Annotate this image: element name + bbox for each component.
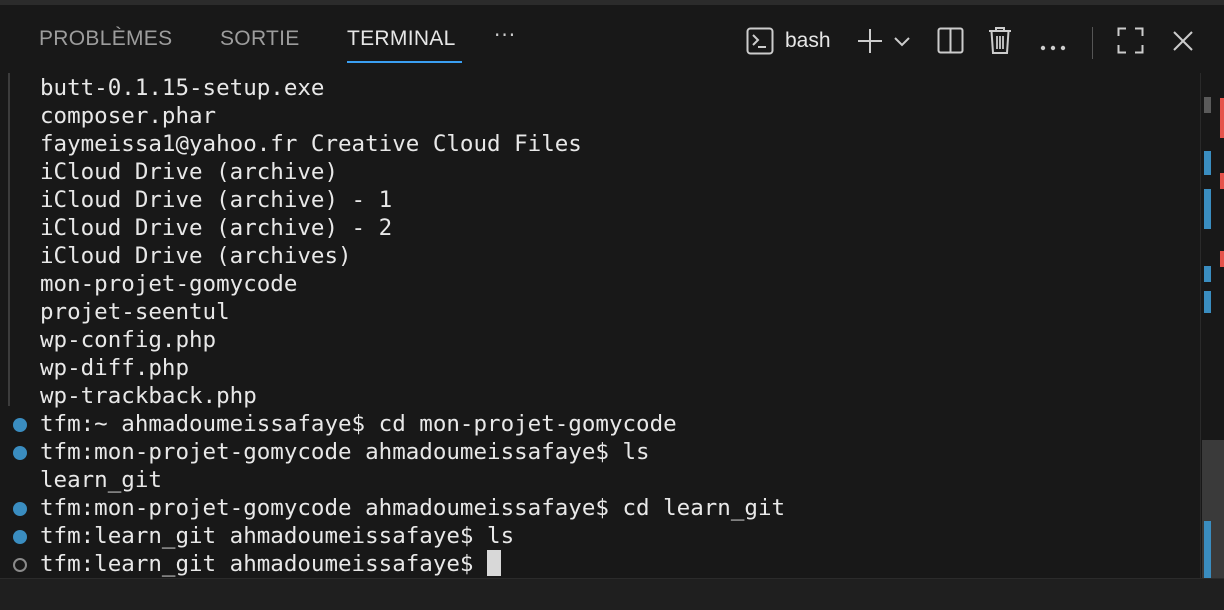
plus-icon[interactable] bbox=[857, 28, 883, 59]
scrollbar-info-mark bbox=[1204, 521, 1211, 578]
output-line: faymeissa1@yahoo.fr Creative Cloud Files bbox=[40, 131, 582, 157]
command-success-decoration[interactable] bbox=[13, 418, 27, 432]
panel-tab-bar: PROBLÈMES SORTIE TERMINAL ··· bash bbox=[0, 5, 1224, 73]
scrollbar-position-mark bbox=[1204, 97, 1211, 113]
command-line: tfm:mon-projet-gomycode ahmadoumeissafay… bbox=[40, 439, 650, 465]
terminal-icon[interactable] bbox=[746, 27, 774, 60]
chevron-down-icon[interactable] bbox=[893, 35, 911, 53]
command-line: tfm:mon-projet-gomycode ahmadoumeissafay… bbox=[40, 495, 786, 521]
command-output-bar bbox=[8, 73, 10, 406]
output-line: mon-projet-gomycode bbox=[40, 271, 298, 297]
terminal-profile-label[interactable]: bash bbox=[785, 29, 831, 53]
scrollbar-info-mark bbox=[1204, 151, 1211, 175]
current-prompt-line[interactable]: tfm:learn_git ahmadoumeissafaye$ bbox=[40, 550, 502, 578]
panel-bottom-bar bbox=[0, 578, 1224, 610]
scrollbar-error-mark bbox=[1220, 173, 1224, 189]
ellipsis-icon[interactable] bbox=[1040, 38, 1066, 56]
scrollbar-error-mark bbox=[1220, 98, 1224, 138]
current-prompt: tfm:learn_git ahmadoumeissafaye$ bbox=[40, 551, 474, 577]
terminal-viewport[interactable]: butt-0.1.15-setup.exe composer.phar faym… bbox=[0, 73, 1200, 578]
command-pending-decoration bbox=[13, 558, 27, 572]
terminal-cursor bbox=[487, 550, 502, 576]
output-line: butt-0.1.15-setup.exe bbox=[40, 75, 325, 101]
output-line: iCloud Drive (archives) bbox=[40, 243, 352, 269]
close-icon[interactable] bbox=[1172, 30, 1194, 57]
tab-output[interactable]: SORTIE bbox=[220, 27, 300, 51]
scrollbar-error-mark bbox=[1220, 251, 1224, 267]
scrollbar-info-mark bbox=[1204, 291, 1211, 313]
output-line: projet-seentul bbox=[40, 299, 230, 325]
command-success-decoration[interactable] bbox=[13, 530, 27, 544]
tab-terminal[interactable]: TERMINAL bbox=[347, 27, 456, 51]
scrollbar-info-mark bbox=[1204, 189, 1211, 229]
toolbar-separator bbox=[1092, 27, 1093, 59]
command-success-decoration[interactable] bbox=[13, 446, 27, 460]
command-success-decoration[interactable] bbox=[13, 502, 27, 516]
tab-problems[interactable]: PROBLÈMES bbox=[39, 27, 172, 51]
output-line: iCloud Drive (archive) - 2 bbox=[40, 215, 393, 241]
output-line: learn_git bbox=[40, 467, 162, 493]
command-line: tfm:~ ahmadoumeissafaye$ cd mon-projet-g… bbox=[40, 411, 677, 437]
terminal-scrollbar[interactable] bbox=[1200, 73, 1224, 578]
output-line: wp-trackback.php bbox=[40, 383, 257, 409]
command-line: tfm:learn_git ahmadoumeissafaye$ ls bbox=[40, 523, 515, 549]
tabs-more-button[interactable]: ··· bbox=[494, 23, 516, 47]
trash-icon[interactable] bbox=[988, 26, 1012, 60]
terminal-panel: PROBLÈMES SORTIE TERMINAL ··· bash butt-… bbox=[0, 0, 1224, 610]
output-line: wp-config.php bbox=[40, 327, 217, 353]
active-tab-indicator bbox=[347, 61, 462, 63]
output-line: iCloud Drive (archive) bbox=[40, 159, 339, 185]
split-icon[interactable] bbox=[937, 27, 964, 59]
output-line: wp-diff.php bbox=[40, 355, 190, 381]
output-line: iCloud Drive (archive) - 1 bbox=[40, 187, 393, 213]
scrollbar-info-mark bbox=[1204, 266, 1211, 282]
output-line: composer.phar bbox=[40, 103, 217, 129]
maximize-icon[interactable] bbox=[1117, 27, 1144, 59]
